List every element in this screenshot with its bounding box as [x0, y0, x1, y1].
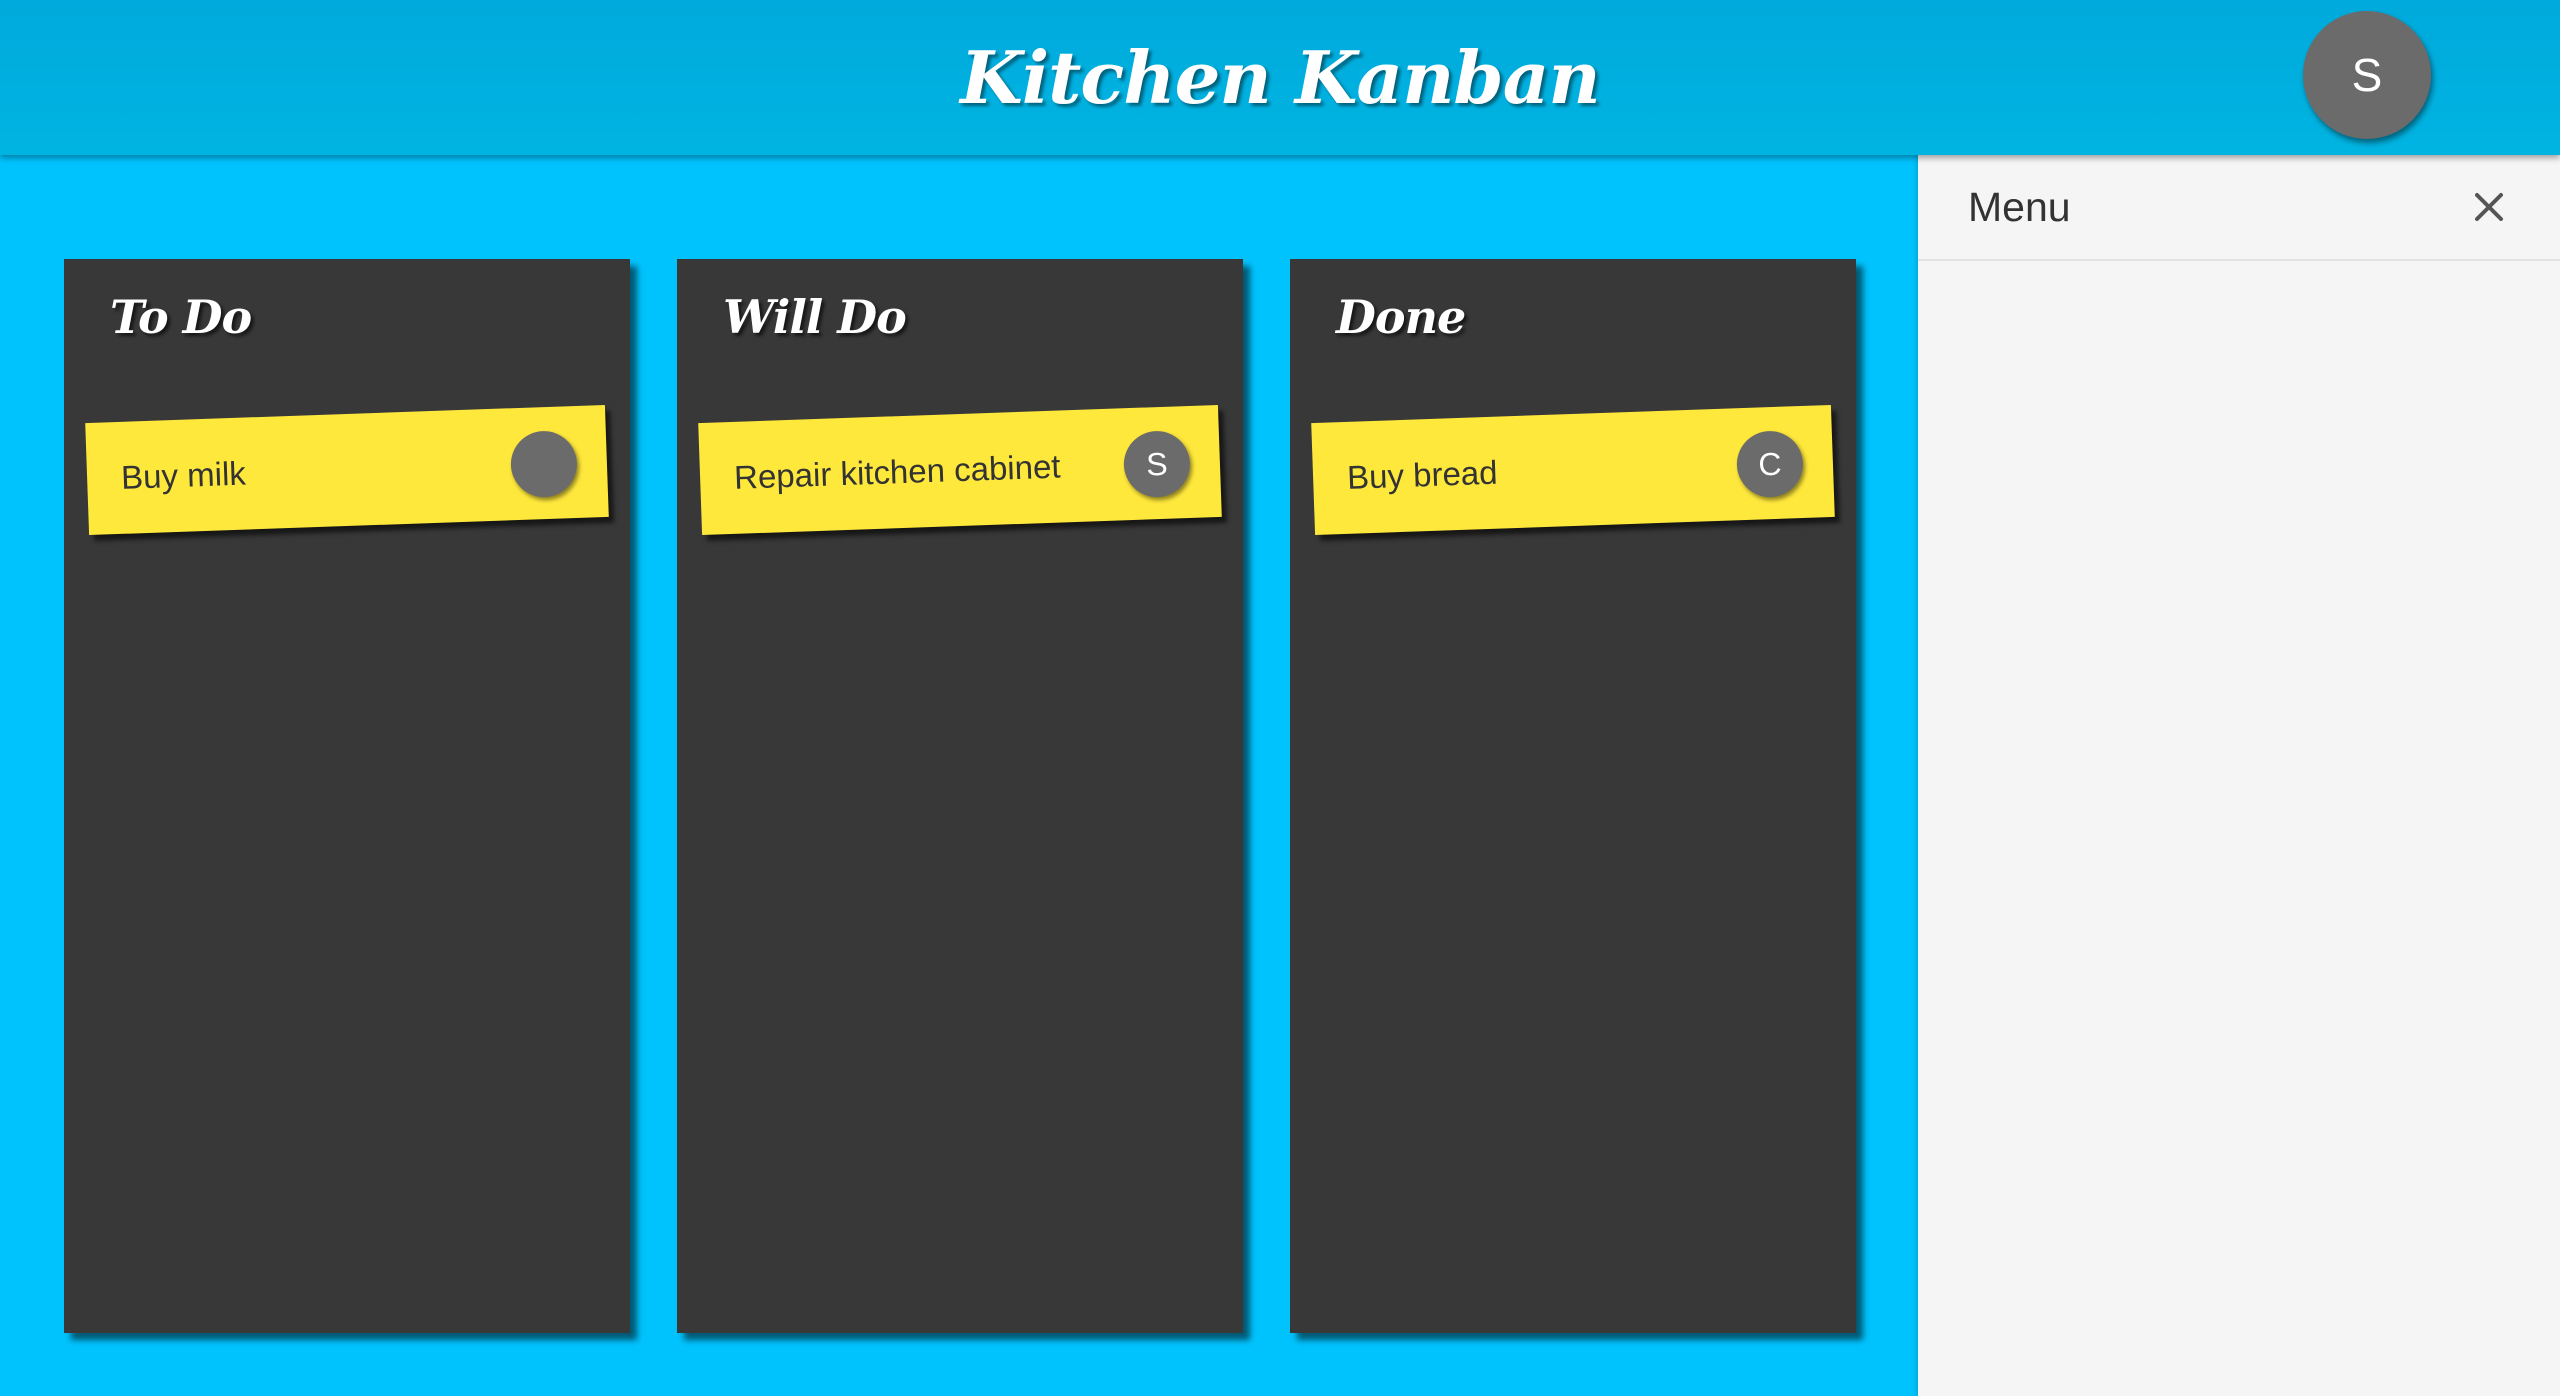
assignee-avatar[interactable]	[509, 429, 579, 499]
assignee-avatar[interactable]: C	[1735, 429, 1805, 499]
user-avatar-button[interactable]: S	[2303, 11, 2431, 139]
close-icon	[2475, 193, 2503, 221]
side-menu-panel: Menu	[1918, 155, 2560, 1396]
kanban-board: To Do Buy milk Will Do Repair kitchen ca…	[0, 155, 1918, 1396]
task-card[interactable]: Repair kitchen cabinet S	[698, 404, 1222, 536]
task-card[interactable]: Buy milk	[85, 404, 609, 536]
close-menu-button[interactable]	[2469, 187, 2509, 227]
column-to-do: To Do Buy milk	[64, 259, 630, 1333]
task-card[interactable]: Buy bread C	[1311, 404, 1835, 536]
app-title: Kitchen Kanban	[960, 35, 1601, 120]
kanban-app: Kitchen Kanban S To Do Buy milk Will Do …	[0, 0, 2560, 1396]
assignee-avatar[interactable]: S	[1122, 429, 1192, 499]
column-done: Done Buy bread C	[1290, 259, 1856, 1333]
column-title: To Do	[110, 290, 252, 344]
menu-title: Menu	[1968, 184, 2071, 230]
column-title: Done	[1336, 290, 1466, 344]
task-card-text: Buy milk	[120, 454, 247, 496]
column-will-do: Will Do Repair kitchen cabinet S	[677, 259, 1243, 1333]
task-card-text: Buy bread	[1346, 453, 1499, 496]
menu-header: Menu	[1918, 155, 2560, 261]
task-card-text: Repair kitchen cabinet	[733, 447, 1062, 496]
column-title: Will Do	[723, 290, 907, 344]
app-header: Kitchen Kanban S	[0, 0, 2560, 155]
